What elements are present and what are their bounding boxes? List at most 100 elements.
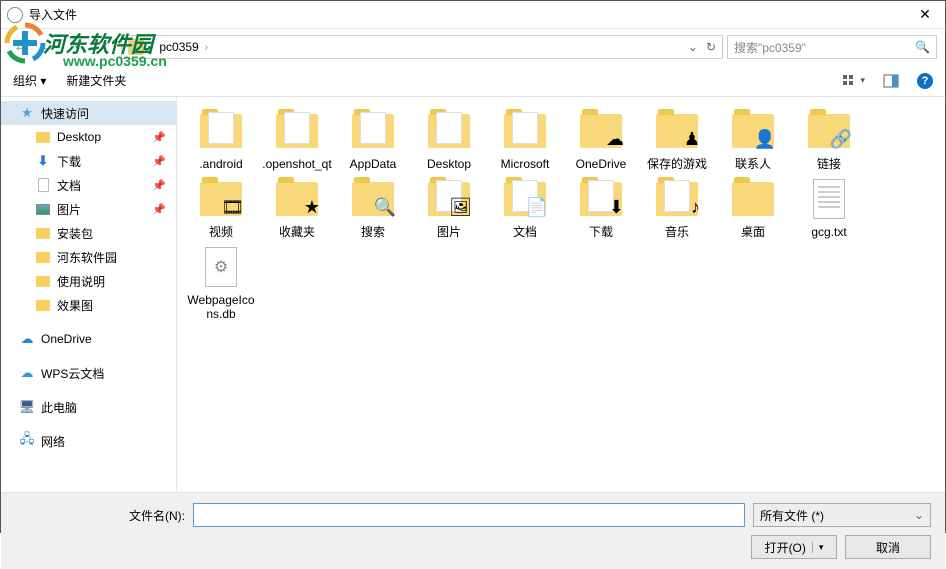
open-dropdown-icon[interactable]: ▾ [812, 542, 824, 553]
sidebar-item-documents[interactable]: 文档📌 [1, 173, 176, 197]
file-label: gcg.txt [811, 225, 846, 239]
folder-icon [35, 249, 51, 265]
search-placeholder: 搜索"pc0359" [734, 39, 806, 56]
file-item[interactable]: ♟保存的游戏 [641, 107, 713, 171]
computer-icon: 🖥 [19, 399, 35, 415]
network-icon: 🖧 [19, 433, 35, 449]
file-label: 音乐 [665, 225, 689, 239]
file-label: .android [199, 157, 242, 171]
file-label: 文档 [513, 225, 537, 239]
file-item[interactable]: .android [185, 107, 257, 171]
file-item[interactable]: 桌面 [717, 175, 789, 239]
pin-icon: 📌 [152, 179, 166, 192]
star-icon: ★ [19, 105, 35, 121]
file-item[interactable]: ⬇下载 [565, 175, 637, 239]
sidebar-item-thispc[interactable]: 🖥此电脑 [1, 395, 176, 419]
chevron-right-icon: › [205, 42, 208, 53]
search-input[interactable]: 搜索"pc0359" 🔍 [727, 35, 937, 59]
filetype-select[interactable]: 所有文件 (*) [753, 503, 931, 527]
file-item[interactable]: 📄文档 [489, 175, 561, 239]
file-item[interactable]: .openshot_qt [261, 107, 333, 171]
filename-label: 文件名(N): [15, 507, 185, 524]
sidebar-item-usage[interactable]: 使用说明 [1, 269, 176, 293]
file-label: .openshot_qt [262, 157, 331, 171]
folder-icon [35, 273, 51, 289]
breadcrumb-dropdown-icon[interactable]: ⌄ [688, 40, 698, 54]
sidebar-item-quick-access[interactable]: ★快速访问 [1, 101, 176, 125]
close-button[interactable]: ✕ [905, 6, 945, 23]
cancel-button[interactable]: 取消 [845, 535, 931, 559]
sidebar-item-network[interactable]: 🖧网络 [1, 429, 176, 453]
refresh-button[interactable]: ↻ [706, 40, 716, 54]
download-icon: ⬇ [35, 153, 51, 169]
help-button[interactable]: ? [917, 73, 933, 89]
back-button[interactable]: ← [9, 35, 33, 59]
open-button[interactable]: 打开(O)▾ [751, 535, 837, 559]
user-folder-icon [128, 39, 144, 55]
file-item[interactable]: Microsoft [489, 107, 561, 171]
sidebar-item-pkg[interactable]: 安装包 [1, 221, 176, 245]
file-item[interactable]: 🎞视频 [185, 175, 257, 239]
file-label: 收藏夹 [279, 225, 315, 239]
file-label: 视频 [209, 225, 233, 239]
search-icon[interactable]: 🔍 [915, 40, 930, 54]
picture-icon [35, 201, 51, 217]
file-list[interactable]: .android .openshot_qt AppData Desktop Micros… [177, 97, 945, 492]
pin-icon: 📌 [152, 155, 166, 168]
file-label: OneDrive [576, 157, 627, 171]
file-item[interactable]: 🔍搜索 [337, 175, 409, 239]
file-item[interactable]: 👤联系人 [717, 107, 789, 171]
sidebar-item-effect[interactable]: 效果图 [1, 293, 176, 317]
titlebar: 导入文件 ✕ [1, 1, 945, 29]
preview-icon [883, 74, 899, 88]
up-button[interactable]: ↑ [93, 35, 117, 59]
file-label: 联系人 [735, 157, 771, 171]
file-label: 搜索 [361, 225, 385, 239]
view-options-button[interactable]: ▾ [842, 74, 865, 88]
filename-input[interactable] [193, 503, 745, 527]
pin-icon: 📌 [152, 131, 166, 144]
sidebar-item-pictures[interactable]: 图片📌 [1, 197, 176, 221]
file-label: 链接 [817, 157, 841, 171]
file-item[interactable]: ♪音乐 [641, 175, 713, 239]
file-label: 保存的游戏 [647, 157, 707, 171]
sidebar: ★快速访问 Desktop📌 ⬇下载📌 文档📌 图片📌 安装包 河东软件园 使用… [1, 97, 177, 492]
footer: 文件名(N): 所有文件 (*) 打开(O)▾ 取消 [1, 492, 945, 569]
breadcrumb[interactable]: › pc0359 › ⌄ ↻ [121, 35, 723, 59]
file-item[interactable]: 🔗链接 [793, 107, 865, 171]
file-item[interactable]: Desktop [413, 107, 485, 171]
folder-icon [35, 297, 51, 313]
window-title: 导入文件 [29, 6, 905, 23]
toolbar: 组织 ▾ 新建文件夹 ▾ ? [1, 65, 945, 97]
file-item[interactable]: AppData [337, 107, 409, 171]
file-label: 桌面 [741, 225, 765, 239]
pin-icon: 📌 [152, 203, 166, 216]
cloud-icon: ☁ [19, 365, 35, 381]
sidebar-item-desktop[interactable]: Desktop📌 [1, 125, 176, 149]
file-item[interactable]: ☁OneDrive [565, 107, 637, 171]
breadcrumb-segment[interactable]: pc0359 [159, 40, 198, 54]
file-label: 下载 [589, 225, 613, 239]
file-item[interactable]: gcg.txt [793, 175, 865, 239]
organize-menu[interactable]: 组织 ▾ [13, 72, 46, 89]
document-icon [35, 177, 51, 193]
sidebar-item-onedrive[interactable]: ☁OneDrive [1, 327, 176, 351]
folder-icon [35, 129, 51, 145]
new-folder-button[interactable]: 新建文件夹 [66, 72, 126, 89]
sidebar-item-hedong[interactable]: 河东软件园 [1, 245, 176, 269]
history-dropdown[interactable]: ▾ [65, 35, 89, 59]
cloud-icon: ☁ [19, 331, 35, 347]
navbar: ← → ▾ ↑ › pc0359 › ⌄ ↻ 搜索"pc0359" 🔍 [1, 29, 945, 65]
file-item[interactable]: WebpageIcons.db [185, 243, 257, 321]
forward-button: → [37, 35, 61, 59]
file-label: Microsoft [501, 157, 550, 171]
sidebar-item-downloads[interactable]: ⬇下载📌 [1, 149, 176, 173]
file-label: WebpageIcons.db [185, 293, 257, 321]
sidebar-item-wps[interactable]: ☁WPS云文档 [1, 361, 176, 385]
file-item[interactable]: 🖼图片 [413, 175, 485, 239]
file-label: Desktop [427, 157, 471, 171]
preview-pane-button[interactable] [883, 74, 899, 88]
file-label: 图片 [437, 225, 461, 239]
chevron-right-icon: › [150, 42, 153, 53]
file-item[interactable]: ★收藏夹 [261, 175, 333, 239]
